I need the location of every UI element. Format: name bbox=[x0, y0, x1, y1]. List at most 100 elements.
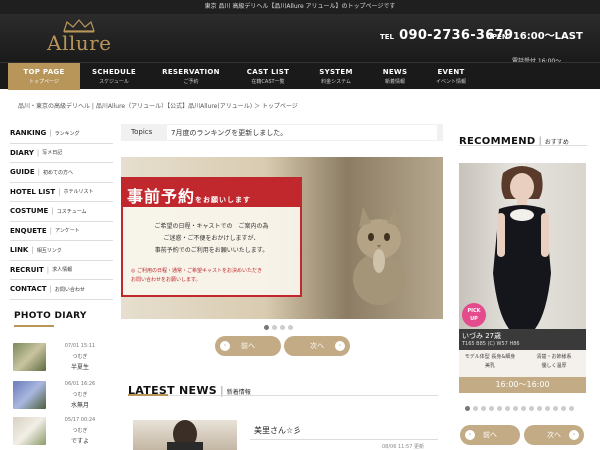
slider-dot[interactable] bbox=[288, 325, 293, 330]
diary-date: 05/17 00:24 bbox=[64, 417, 96, 423]
news-item-date: 08/06 11:57 更新 bbox=[382, 444, 424, 450]
recommend-dots bbox=[465, 406, 574, 412]
hero-banner[interactable]: 事前予約をお願いします ご希望の日程・キャストでの ご案内の為 ご迷惑・ご不便を… bbox=[121, 157, 443, 319]
topics-text[interactable]: 7月度のランキングを更新しました。 bbox=[171, 128, 287, 138]
next-label: 次へ bbox=[310, 342, 324, 350]
sidebar-item-ranking[interactable]: RANKING | ランキング bbox=[10, 124, 113, 144]
sidebar-item-jp: ホテルリスト bbox=[63, 189, 94, 196]
sidebar-item-hotel-list[interactable]: HOTEL LIST | ホテルリスト bbox=[10, 183, 113, 202]
slider-dot[interactable] bbox=[264, 325, 269, 330]
recommend-next-button[interactable]: 次へ › bbox=[524, 425, 584, 445]
recommend-prev-button[interactable]: ‹ 前へ bbox=[460, 425, 520, 445]
banner-line: ご迷惑・ご不便をおかけしますが、 bbox=[163, 235, 260, 242]
nav-schedule[interactable]: SCHEDULE スケジュール bbox=[78, 63, 150, 90]
divider bbox=[250, 439, 438, 440]
diary-user: つむぎ bbox=[72, 428, 88, 434]
news-thumbnail[interactable] bbox=[133, 420, 237, 450]
slider-dot[interactable] bbox=[481, 406, 486, 411]
diary-title[interactable]: ですよ bbox=[50, 436, 110, 445]
cast-tag: 清楚・お姉様系 bbox=[536, 354, 572, 360]
topics-box[interactable]: 7月度のランキングを更新しました。 bbox=[167, 125, 437, 140]
sidebar-item-enquete[interactable]: ENQUETE | アンケート bbox=[10, 222, 113, 241]
cast-photo[interactable]: PICK UP bbox=[459, 163, 586, 329]
separator: | bbox=[31, 246, 34, 255]
diary-date: 06/01 16:26 bbox=[64, 381, 96, 387]
breadcrumb[interactable]: 品川・東京の高級デリヘル | 品川Allure（アリュール）【公式】品川Allu… bbox=[18, 101, 298, 110]
kitten-image bbox=[353, 207, 405, 305]
slider-dot[interactable] bbox=[529, 406, 534, 411]
diary-entry[interactable]: 05/17 00:24 つむぎ ですよ bbox=[10, 414, 113, 450]
cast-name[interactable]: いづみ 27歳 bbox=[462, 331, 501, 341]
open-hours: 16:00～LAST bbox=[512, 31, 583, 42]
diary-thumbnail[interactable] bbox=[13, 381, 46, 409]
diary-thumbnail[interactable] bbox=[13, 417, 46, 445]
sidebar-item-costume[interactable]: COSTUME | コスチューム bbox=[10, 202, 113, 222]
sidebar-item-guide[interactable]: GUIDE | 初めての方へ bbox=[10, 163, 113, 183]
pickup-line: UP bbox=[470, 316, 478, 322]
nav-top-page[interactable]: TOP PAGE トップページ bbox=[8, 63, 80, 90]
site-logo[interactable]: Allure bbox=[47, 19, 111, 59]
banner-heading-main: 事前予約 bbox=[127, 187, 196, 206]
prev-label: 前へ bbox=[483, 431, 497, 439]
nav-en-label: RESERVATION bbox=[162, 68, 220, 76]
slider-dot[interactable] bbox=[569, 406, 574, 411]
sidebar-item-en: LINK bbox=[10, 246, 29, 255]
slider-dot[interactable] bbox=[272, 325, 277, 330]
nav-en-label: TOP PAGE bbox=[23, 68, 65, 76]
sidebar-item-recruit[interactable]: RECRUIT | 求人情報 bbox=[10, 261, 113, 280]
sidebar-item-en: ENQUETE bbox=[10, 226, 47, 235]
top-announcement: 東京 品川 高級デリヘル【品川Allure アリュール】のトップページです bbox=[0, 0, 600, 14]
diary-title[interactable]: 水無月 bbox=[50, 400, 110, 409]
sidebar-item-jp: お問い合わせ bbox=[54, 286, 85, 293]
diary-title[interactable]: 半夏生 bbox=[50, 362, 110, 371]
recommend-card[interactable]: PICK UP いづみ 27歳 T165 B85 (C) W57 H86 モデル… bbox=[459, 163, 586, 393]
banner-line: 事前予約でのご利用をお願いいたします。 bbox=[154, 247, 269, 254]
nav-event[interactable]: EVENT イベント情報 bbox=[415, 63, 487, 90]
slider-dot[interactable] bbox=[521, 406, 526, 411]
slider-dot[interactable] bbox=[505, 406, 510, 411]
slider-dot[interactable] bbox=[473, 406, 478, 411]
cast-tag: 美乳 bbox=[484, 363, 495, 369]
diary-thumbnail[interactable] bbox=[13, 343, 46, 371]
slider-dot[interactable] bbox=[553, 406, 558, 411]
diary-entry[interactable]: 07/01 15:11 つむぎ 半夏生 bbox=[10, 340, 113, 376]
separator: | bbox=[49, 226, 52, 235]
chevron-right-icon: › bbox=[335, 341, 345, 351]
pickup-badge: PICK UP bbox=[462, 303, 486, 327]
slider-next-button[interactable]: 次へ › bbox=[284, 336, 350, 356]
separator: | bbox=[37, 168, 40, 177]
sidebar-menu: RANKING | ランキング DIARY | 写メ日記 GUIDE | 初めての方へ HO… bbox=[10, 124, 113, 300]
sidebar-item-link[interactable]: LINK | 相互リンク bbox=[10, 241, 113, 261]
prev-label: 前へ bbox=[241, 342, 255, 350]
slider-dot[interactable] bbox=[537, 406, 542, 411]
chevron-left-icon: ‹ bbox=[465, 430, 475, 440]
cast-tag: モデル体型 長身&細身 bbox=[464, 354, 516, 360]
photo-diary-heading: PHOTO DIARY bbox=[14, 311, 87, 321]
divider bbox=[128, 395, 438, 396]
slider-dot[interactable] bbox=[497, 406, 502, 411]
sidebar-item-diary[interactable]: DIARY | 写メ日記 bbox=[10, 144, 113, 163]
slider-dot[interactable] bbox=[545, 406, 550, 411]
sidebar-item-jp: 求人情報 bbox=[52, 267, 73, 274]
nav-jp-label: 在籍CAST一覧 bbox=[251, 79, 285, 85]
separator: | bbox=[46, 265, 50, 274]
sidebar-item-en: GUIDE bbox=[10, 168, 35, 177]
banner-heading-text: 事前予約をお願いします bbox=[127, 183, 251, 207]
nav-jp-label: スケジュール bbox=[99, 79, 129, 85]
separator: | bbox=[49, 285, 52, 294]
news-item-title[interactable]: 美里さん☆彡 bbox=[254, 425, 301, 436]
slider-dot[interactable] bbox=[465, 406, 470, 411]
slider-dot[interactable] bbox=[489, 406, 494, 411]
slider-dot[interactable] bbox=[513, 406, 518, 411]
sidebar-item-contact[interactable]: CONTACT | お問い合わせ bbox=[10, 280, 113, 300]
slider-prev-button[interactable]: ‹ 前へ bbox=[215, 336, 281, 356]
topics-label: Topics bbox=[131, 128, 153, 136]
slider-dot[interactable] bbox=[561, 406, 566, 411]
nav-reservation[interactable]: RESERVATION ご予約 bbox=[155, 63, 227, 90]
slider-dot[interactable] bbox=[280, 325, 285, 330]
banner-heading-sub: をお願いします bbox=[195, 196, 252, 204]
nav-cast-list[interactable]: CAST LIST 在籍CAST一覧 bbox=[232, 63, 304, 90]
nav-jp-label: イベント情報 bbox=[435, 79, 466, 85]
diary-entry[interactable]: 06/01 16:26 つむぎ 水無月 bbox=[10, 378, 113, 414]
chevron-left-icon: ‹ bbox=[220, 341, 230, 351]
